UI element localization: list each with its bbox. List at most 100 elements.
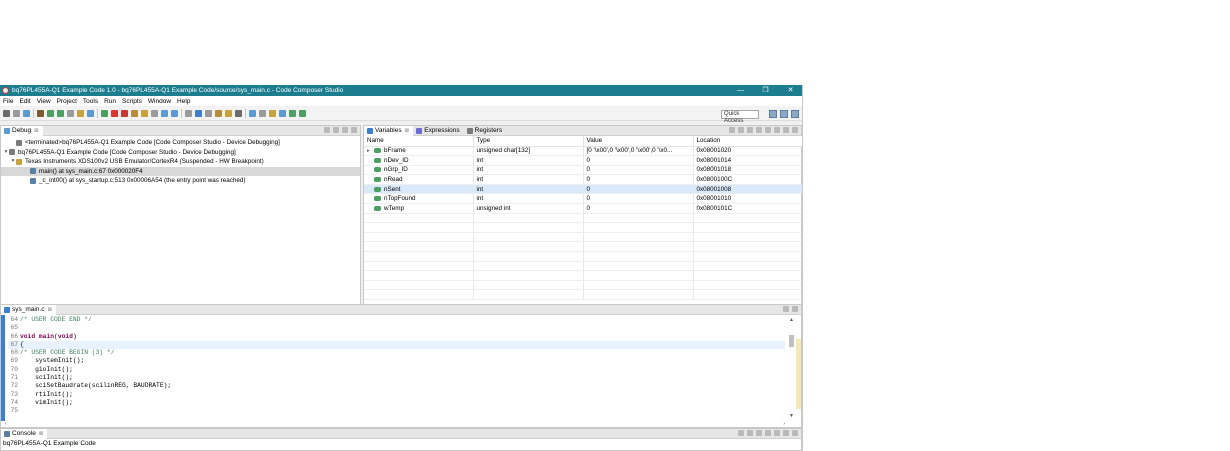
minimize-icon[interactable] [342,127,348,133]
tab-sys-main[interactable]: sys_main.c ⊠ [1,304,57,315]
minimize-icon[interactable] [783,127,789,133]
menu-edit[interactable]: Edit [19,98,30,105]
cell-value[interactable]: [0 '\x00',0 '\x00',0 '\x00',0 '\x0... [583,146,694,157]
toolbar-button-icon[interactable] [57,110,64,117]
menu-help[interactable]: Help [177,98,190,105]
cell-name[interactable]: wTemp [364,203,474,214]
close-icon[interactable]: ⊠ [405,128,410,134]
overview-ruler[interactable] [796,339,801,409]
open-perspective-icon[interactable] [769,110,777,118]
toolbar-button-icon[interactable] [23,110,30,117]
close-icon[interactable]: ⊠ [34,128,39,134]
maximize-icon[interactable] [792,306,798,312]
close-icon[interactable]: ⊠ [48,307,53,313]
scroll-up-icon[interactable]: ▲ [788,317,795,323]
code-editor[interactable]: 64/* USER CODE END */65 66 void main(void)… [1,315,801,427]
menu-view[interactable]: View [37,98,51,105]
display-console-icon[interactable] [765,430,771,436]
view-menu-icon[interactable] [333,127,339,133]
toolbar-button-icon[interactable] [235,110,242,117]
table-row[interactable]: nGrp_ID int 0 0x08001018 [364,165,802,176]
toolbar-button-icon[interactable] [151,110,158,117]
cell-name[interactable]: ▸ bFrame [364,146,474,157]
scroll-thumb[interactable] [789,335,794,347]
toolbar-button-icon[interactable] [87,110,94,117]
toolbar-button-icon[interactable] [101,110,108,117]
table-row[interactable]: nTopFound int 0 0x08001010 [364,193,802,205]
toolbar-button-icon[interactable] [185,110,192,117]
code-line[interactable]: 66 void main(void) [8,333,785,341]
scroll-down-icon[interactable]: ▼ [788,413,795,419]
code-line[interactable]: 75 [8,407,785,415]
toolbar-button-icon[interactable] [13,110,20,117]
menu-tools[interactable]: Tools [83,98,98,105]
code-line[interactable]: 74 vimInit(); [8,399,785,407]
tab-registers[interactable]: Registers [464,126,506,136]
cell-value[interactable]: 0 [583,174,694,185]
pin-console-icon[interactable] [756,430,762,436]
cell-value[interactable]: 0 [583,184,694,195]
horizontal-scrollbar[interactable]: ‹ › [5,421,785,427]
expand-toggle-icon[interactable]: ▸ [367,148,374,154]
menu-scripts[interactable]: Scripts [122,98,142,105]
maximize-icon[interactable] [351,127,357,133]
code-line[interactable]: 70 gioInit(); [8,366,785,374]
menu-file[interactable]: File [3,98,13,105]
cell-name[interactable]: nGrp_ID [364,165,474,176]
column-header-type[interactable]: Type [473,136,584,147]
cell-value[interactable]: 0 [583,203,694,214]
table-row[interactable]: wTemp unsigned int 0 0x0800101C [364,203,802,214]
maximize-icon[interactable] [792,430,798,436]
cell-value[interactable]: 0 [583,155,694,166]
cell-value[interactable]: 0 [583,165,694,176]
menu-window[interactable]: Window [148,98,171,105]
toolbar-button-icon[interactable] [249,110,256,117]
menu-run[interactable]: Run [104,98,116,105]
toolbar-button-icon[interactable] [77,110,84,117]
debug-tree-item[interactable]: ▾ Texas Instruments XDS100v2 USB Emulator… [1,157,360,167]
toolbar-button-icon[interactable] [171,110,178,117]
toolbar-button-icon[interactable] [195,110,202,117]
toolbar-button-icon[interactable] [131,110,138,117]
toolbar-button-icon[interactable] [141,110,148,117]
toolbar-button-icon[interactable] [3,110,10,117]
toolbar-button-icon[interactable] [215,110,222,117]
scroll-right-icon[interactable]: › [783,421,785,427]
add-expression-icon[interactable] [756,127,762,133]
code-line[interactable]: 67{ [8,340,785,350]
toolbar-button-icon[interactable] [121,110,128,117]
menu-project[interactable]: Project [57,98,77,105]
debug-tree-item[interactable]: ▾ bq76PL455A-Q1 Example Code [Code Compos… [1,148,360,158]
debug-perspective-icon[interactable] [780,110,788,118]
tab-console[interactable]: Console ⊠ [1,428,48,439]
close-icon[interactable]: ⊠ [39,431,44,437]
toolbar-button-icon[interactable] [289,110,296,117]
toolbar-button-icon[interactable] [269,110,276,117]
cell-name[interactable]: nTopFound [364,193,474,205]
cell-name[interactable]: nRead [364,174,474,185]
code-line[interactable]: 68/* USER CODE BEGIN (3) */ [8,349,785,357]
code-line[interactable]: 69 systemInit(); [8,357,785,365]
debug-tree-item[interactable]: _c_int00() at sys_startup.c:513 0x00006A… [1,176,360,186]
toolbar-button-icon[interactable] [225,110,232,117]
toolbar-button-icon[interactable] [259,110,266,117]
edit-perspective-icon[interactable] [791,110,799,118]
debug-tree-item[interactable]: main() at sys_main.c:67 0x000020F4 [1,166,360,176]
view-menu-icon[interactable] [774,127,780,133]
tab-debug[interactable]: Debug ⊠ [1,125,43,136]
code-line[interactable]: 72 sciSetBaudrate(scilinREG, BAUDRATE); [8,382,785,390]
toolbar-button-icon[interactable] [47,110,54,117]
scroll-lock-icon[interactable] [747,430,753,436]
tab-variables[interactable]: Variables ⊠ [364,125,414,136]
remove-icon[interactable] [765,127,771,133]
code-line[interactable]: 64/* USER CODE END */ [8,316,785,324]
code-line[interactable]: 71 sciInit(); [8,374,785,382]
minimize-icon[interactable] [783,430,789,436]
toolbar-button-icon[interactable] [161,110,168,117]
cell-value[interactable]: 0 [583,193,694,205]
code-line[interactable]: 65 [8,324,785,332]
toolbar-button-icon[interactable] [111,110,118,117]
quick-access-input[interactable]: Quick Access [721,110,759,124]
clear-console-icon[interactable] [738,430,744,436]
column-header-name[interactable]: Name [364,136,474,147]
